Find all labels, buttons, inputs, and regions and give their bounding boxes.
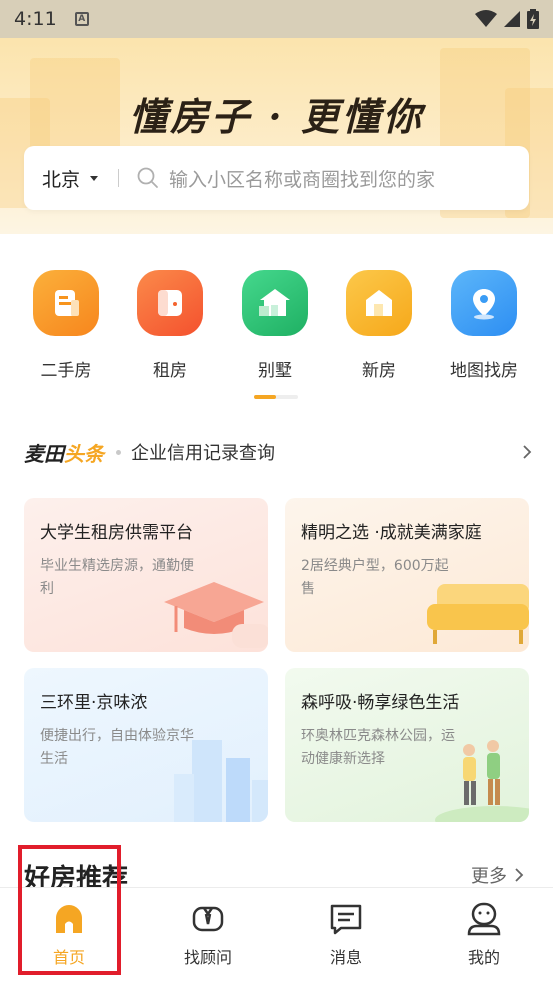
rent-icon (137, 270, 203, 336)
news-headline: 企业信用记录查询 (131, 443, 275, 464)
card-title: 森呼吸·畅享绿色生活 (301, 693, 460, 713)
category-label: 地图找房 (450, 361, 518, 381)
category-villa[interactable]: 别墅 (223, 270, 327, 381)
chevron-right-icon (515, 868, 524, 882)
city-skyline-icon (174, 740, 268, 822)
map-pin-icon (451, 270, 517, 336)
promo-card-forest[interactable]: 森呼吸·畅享绿色生活 环奥林匹克森林公园，运动健康新选择 (285, 668, 529, 822)
card-title: 三环里·京味浓 (40, 693, 148, 713)
more-label: 更多 (471, 866, 507, 887)
category-label: 别墅 (258, 361, 292, 381)
second-hand-house-icon (33, 270, 99, 336)
category-nav: 二手房 租房 别墅 新房 地图找房 (0, 270, 553, 381)
villa-icon (242, 270, 308, 336)
category-second-hand[interactable]: 二手房 (14, 270, 118, 381)
category-rent[interactable]: 租房 (118, 270, 222, 381)
news-ticker[interactable]: 麦田 头条 企业信用记录查询 (24, 436, 534, 468)
message-icon (330, 904, 362, 935)
promo-card-third-ring[interactable]: 三环里·京味浓 便捷出行，自由体验京华生活 (24, 668, 268, 822)
search-input[interactable]: 输入小区名称或商圈找到您的家 (169, 165, 435, 192)
tab-label: 我的 (467, 948, 500, 967)
status-time: 4:11 (14, 8, 57, 30)
category-map-search[interactable]: 地图找房 (432, 270, 536, 381)
tab-label: 消息 (329, 948, 362, 967)
advisor-icon (192, 906, 224, 932)
search-icon (137, 167, 158, 188)
city-selector[interactable]: 北京 (42, 165, 80, 192)
wifi-icon (475, 10, 497, 27)
card-title: 精明之选 ·成就美满家庭 (301, 523, 482, 543)
signal-icon (504, 11, 520, 27)
news-separator (116, 449, 121, 455)
status-notification-icon: A (74, 12, 89, 26)
hero-slogan: 懂房子 · 更懂你 (129, 94, 424, 139)
tab-profile[interactable]: 我的 (434, 888, 534, 984)
sofa-icon (427, 584, 529, 644)
card-title: 大学生租房供需平台 (40, 523, 193, 543)
battery-icon (527, 9, 539, 29)
category-new-house[interactable]: 新房 (327, 270, 431, 381)
more-link[interactable]: 更多 (471, 862, 525, 888)
status-icons (475, 9, 539, 29)
tab-advisor[interactable]: 找顾问 (158, 888, 258, 984)
status-bar: 4:11 A (0, 0, 553, 38)
highlight-box (18, 845, 121, 975)
news-brand: 麦田 (24, 441, 64, 466)
page-indicator-active (254, 395, 276, 399)
hero-banner: 懂房子 · 更懂你 北京 输入小区名称或商圈找到您的家 (0, 38, 553, 234)
search-divider (118, 169, 120, 187)
tab-label: 找顾问 (183, 948, 232, 967)
profile-icon (467, 902, 501, 936)
category-label: 租房 (153, 361, 187, 381)
category-label: 二手房 (40, 361, 92, 381)
joggers-icon (435, 740, 529, 822)
tab-messages[interactable]: 消息 (296, 888, 396, 984)
promo-card-student-rent[interactable]: 大学生租房供需平台 毕业生精选房源，通勤便利 (24, 498, 268, 652)
chevron-right-icon[interactable] (520, 445, 534, 459)
chevron-down-icon[interactable] (90, 175, 99, 181)
news-brand-highlight: 头条 (64, 441, 104, 466)
promo-card-family[interactable]: 精明之选 ·成就美满家庭 2居经典户型，600万起售 (285, 498, 529, 652)
category-label: 新房 (362, 361, 396, 381)
new-house-icon (346, 270, 412, 336)
search-bar[interactable]: 北京 输入小区名称或商圈找到您的家 (24, 146, 529, 210)
graduation-cap-icon (164, 582, 268, 648)
